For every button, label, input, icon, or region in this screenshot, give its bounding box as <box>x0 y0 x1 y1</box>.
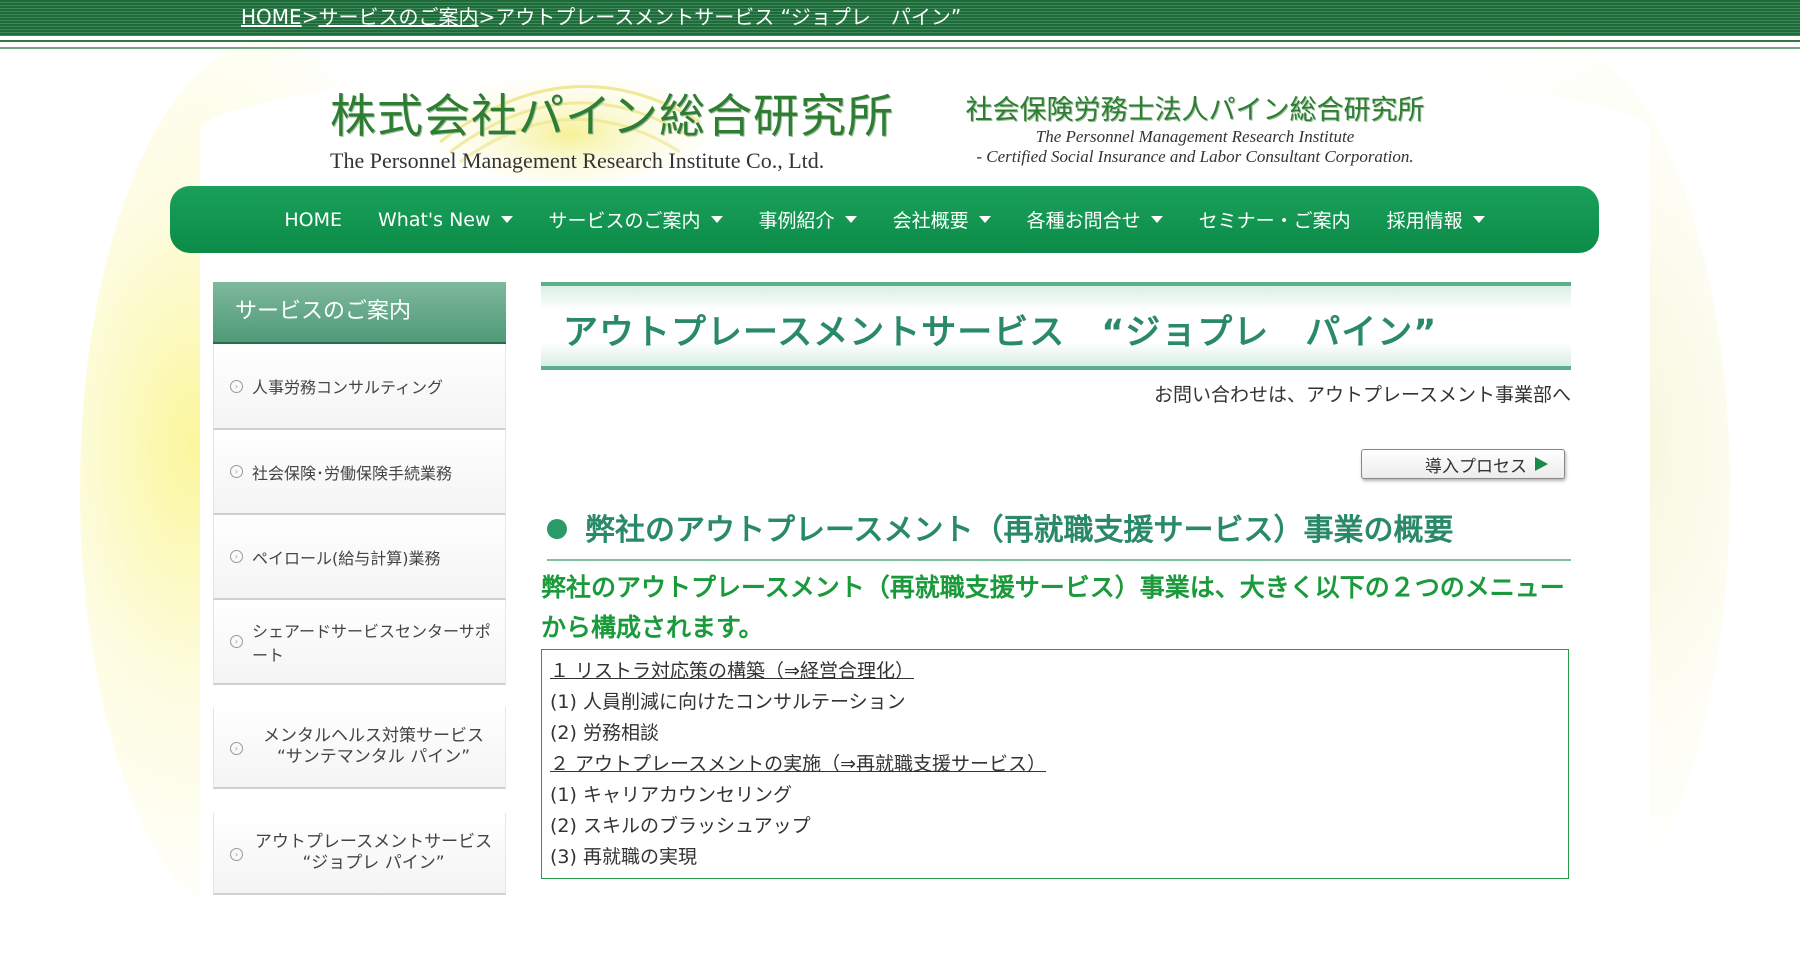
sidebar-item-label-line2: “サンテマンタル パイン” <box>276 747 471 767</box>
section-heading-text: 弊社のアウトプレースメント（再就職支援サービス）事業の概要 <box>585 513 1454 548</box>
nav-item-label: 採用情報 <box>1386 210 1463 232</box>
contact-note: お問い合わせは、アウトプレースメント事業部へ <box>1153 384 1571 406</box>
top-divider-thin <box>0 47 1800 49</box>
nav-item-5[interactable]: 各種お問合せ <box>1009 206 1181 233</box>
top-divider <box>0 40 1800 42</box>
company-logo[interactable]: 株式会社パイン総合研究所 The Personnel Management Re… <box>330 80 894 174</box>
sidebar-item-label: 人事労務コンサルティング <box>252 378 444 397</box>
nav-item-0[interactable]: HOME <box>266 209 360 231</box>
arrow-circle-icon: › <box>230 848 243 861</box>
nav-item-label: 事例紹介 <box>758 210 835 232</box>
arrow-circle-icon: › <box>230 379 243 393</box>
main-content: アウトプレースメントサービス “ジョプレ パイン” お問い合わせは、アウトプレー… <box>541 282 1571 879</box>
menu-item: (1) 人員削減に向けたコンサルテーション <box>550 691 906 713</box>
menu-item: (2) 労務相談 <box>550 722 659 744</box>
menu-item: (3) 再就職の実現 <box>550 846 697 868</box>
corporation-name-en-line1: The Personnel Management Research Instit… <box>1035 127 1355 146</box>
sidebar-item-label-line2: “ジョプレ パイン” <box>302 853 445 873</box>
nav-item-label: 各種お問合せ <box>1026 210 1141 232</box>
corporation-name-jp: 社会保険労務士法人パイン総合研究所 <box>965 95 1425 126</box>
caret-down-icon <box>1150 216 1163 223</box>
menu-item: (2) スキルのブラッシュアップ <box>550 815 811 837</box>
nav-item-1[interactable]: What's New <box>360 209 531 231</box>
nav-item-6[interactable]: セミナー・ご案内 <box>1181 206 1369 233</box>
process-button[interactable]: 導入プロセス <box>1361 449 1565 479</box>
nav-item-label: What's New <box>378 208 491 231</box>
company-name-en: The Personnel Management Research Instit… <box>330 148 825 173</box>
sidebar-item-shared-service[interactable]: › シェアードサービスセンターサポート <box>213 600 506 685</box>
arrow-circle-icon: › <box>230 550 243 563</box>
play-arrow-icon <box>1535 457 1548 471</box>
breadcrumb-home-link[interactable]: HOME <box>241 5 302 29</box>
breadcrumb-current: アウトプレースメントサービス “ジョプレ パイン” <box>495 5 962 29</box>
nav-item-label: サービスのご案内 <box>548 210 701 232</box>
main-navigation: HOME What's New サービスのご案内 事例紹介 会社概要 各種お問合せ セミナー… <box>170 186 1599 253</box>
intro-text: 弊社のアウトプレースメント（再就職支援サービス）事業は、大きく以下の２つのメニュ… <box>541 573 1565 642</box>
process-button-label: 導入プロセス <box>1425 456 1527 477</box>
sidebar-item-label: シェアードサービスセンターサポート <box>252 621 491 665</box>
sidebar-item-social-insurance[interactable]: › 社会保険･労働保険手続業務 <box>213 430 506 515</box>
nav-item-label: 会社概要 <box>892 210 969 232</box>
menu-heading-2: ２ アウトプレースメントの実施（⇒再就職支援サービス） <box>550 753 1047 775</box>
sidebar-item-hr-consulting[interactable]: › 人事労務コンサルティング <box>213 344 506 430</box>
arrow-circle-icon: › <box>230 742 243 755</box>
sidebar-item-label: ペイロール(給与計算)業務 <box>252 548 441 568</box>
page-title-box: アウトプレースメントサービス “ジョプレ パイン” <box>541 282 1571 370</box>
sidebar-item-outplacement[interactable]: › アウトプレースメントサービス “ジョプレ パイン” <box>213 813 506 895</box>
nav-item-7[interactable]: 採用情報 <box>1369 206 1503 233</box>
nav-item-2[interactable]: サービスのご案内 <box>531 206 741 233</box>
corporation-logo: 社会保険労務士法人パイン総合研究所 The Personnel Manageme… <box>955 88 1435 167</box>
arrow-circle-icon: › <box>230 635 243 648</box>
section-heading: 弊社のアウトプレースメント（再就職支援サービス）事業の概要 <box>547 505 1571 561</box>
sidebar-item-label-line1: アウトプレースメントサービス <box>254 832 493 852</box>
company-name-jp: 株式会社パイン総合研究所 <box>330 89 894 143</box>
menu-heading-1: １ リストラ対応策の構築（⇒経営合理化） <box>550 660 914 682</box>
sidebar-item-payroll[interactable]: › ペイロール(給与計算)業務 <box>213 515 506 600</box>
corporation-name-en-line2: - Certified Social Insurance and Labor C… <box>976 147 1414 166</box>
breadcrumb: HOME>サービスのご案内>アウトプレースメントサービス “ジョプレ パイン” <box>241 4 961 30</box>
nav-item-label: HOME <box>284 208 342 231</box>
arrow-circle-icon: › <box>230 465 243 478</box>
breadcrumb-separator: > <box>301 5 319 29</box>
sidebar-item-label-line1: メンタルヘルス対策サービス <box>263 726 484 746</box>
page-title: アウトプレースメントサービス “ジョプレ パイン” <box>563 313 1438 353</box>
nav-item-3[interactable]: 事例紹介 <box>741 206 875 233</box>
bullet-dot-icon <box>547 518 567 539</box>
caret-down-icon <box>1472 216 1485 223</box>
caret-down-icon <box>844 216 857 223</box>
breadcrumb-services-link[interactable]: サービスのご案内 <box>318 5 478 29</box>
nav-item-label: セミナー・ご案内 <box>1198 210 1351 232</box>
sidebar-item-mental-health[interactable]: › メンタルヘルス対策サービス “サンテマンタル パイン” <box>213 707 506 789</box>
nav-item-4[interactable]: 会社概要 <box>875 206 1009 233</box>
caret-down-icon <box>500 216 513 223</box>
caret-down-icon <box>978 216 991 223</box>
menu-list-box: １ リストラ対応策の構築（⇒経営合理化） (1) 人員削減に向けたコンサルテーシ… <box>541 649 1569 879</box>
breadcrumb-separator: > <box>478 5 496 29</box>
menu-item: (1) キャリアカウンセリング <box>550 784 792 806</box>
sidebar: サービスのご案内 › 人事労務コンサルティング › 社会保険･労働保険手続業務 … <box>213 282 506 895</box>
caret-down-icon <box>710 216 723 223</box>
sidebar-heading: サービスのご案内 <box>213 282 506 344</box>
sidebar-item-label: 社会保険･労働保険手続業務 <box>252 463 453 483</box>
